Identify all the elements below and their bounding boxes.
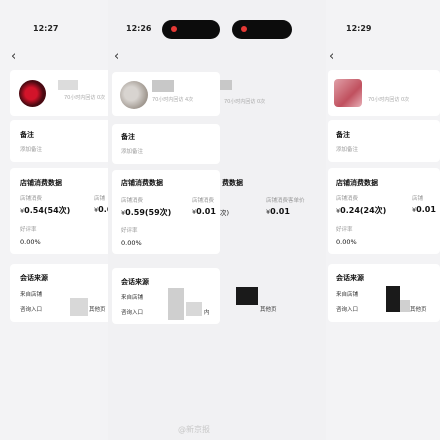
blurred-value <box>186 302 202 316</box>
stat-number: 0.24(24次) <box>340 206 387 215</box>
stat-label: 店铺 <box>94 196 106 202</box>
blurred-value <box>70 298 88 316</box>
recording-dot-icon <box>171 26 177 32</box>
source-value: 其他页 <box>410 307 427 313</box>
note-title: 备注 <box>121 133 135 141</box>
source-title: 会话来源 <box>121 278 149 286</box>
blurred-value <box>236 287 258 305</box>
stat-label: 店铺消费 <box>336 196 359 202</box>
note-card[interactable]: 备注 添加备注 <box>10 120 114 162</box>
back-icon[interactable]: ‹ <box>114 50 119 63</box>
camera-pill <box>162 20 220 39</box>
stat-value-partial: 次) <box>220 209 230 217</box>
source-row: 来自店铺 <box>336 292 359 298</box>
source-value: 内 <box>204 310 210 316</box>
rate-label: 好评率 <box>336 227 353 233</box>
avatar <box>120 81 148 109</box>
source-row: 咨询入口 <box>121 310 144 316</box>
profile-card: 70小时内回访 4次 <box>112 72 220 116</box>
stat-label: 店铺 <box>412 196 424 202</box>
stat-label: 店铺消费客单价 <box>266 198 305 204</box>
source-row: 咨询入口 <box>336 307 359 313</box>
source-title: 会话来源 <box>20 274 48 282</box>
stat-label: 店铺消费 <box>192 198 215 204</box>
rate-value: 0.00% <box>121 239 142 247</box>
stat-number: 0.54(54次) <box>24 206 71 215</box>
stat-number: 0.01 <box>270 207 290 216</box>
profile-card: 70小时内回访 0次 <box>10 70 114 116</box>
blurred-value <box>168 288 184 320</box>
stats-title: 店铺消费数据 <box>336 179 378 187</box>
stat-label: 店铺消费 <box>121 198 144 204</box>
stats-card: 店铺消费数据 店铺消费 ¥0.54(54次) 店铺 ¥0.6 好评率 0.00% <box>10 168 114 254</box>
stat-number: 0.01 <box>196 207 216 216</box>
source-value: 其他页 <box>89 307 106 313</box>
note-input[interactable]: 添加备注 <box>336 145 358 153</box>
visit-count: 70小时内回访 0次 <box>224 99 266 105</box>
stats-card: 店铺消费数据 店铺消费 ¥0.24(24次) 店铺 ¥0.01 好评率 0.00… <box>328 168 440 254</box>
camera-pill <box>232 20 292 39</box>
stat-value: ¥0.54(54次) <box>20 205 70 216</box>
visit-count: 70小时内回访 0次 <box>368 97 410 103</box>
screenshot-panel-right: 12:29 ‹ 70小时内回访 0次 备注 添加备注 店铺消费数据 店铺消费 ¥… <box>326 0 440 440</box>
source-card: 会话来源 来自店铺 咨询入口 内 <box>112 268 220 324</box>
back-icon[interactable]: ‹ <box>11 50 16 63</box>
stats-title: 店铺消费数据 <box>20 179 62 187</box>
stat-value: ¥0.59(59次) <box>121 207 171 218</box>
watermark: @新京报 <box>178 425 210 434</box>
note-input[interactable]: 添加备注 <box>20 145 42 153</box>
source-row: 咨询入口 <box>20 307 43 313</box>
rate-value: 0.00% <box>20 238 41 246</box>
status-time: 12:27 <box>33 24 59 33</box>
note-card[interactable]: 备注 添加备注 <box>112 124 220 164</box>
blurred-name <box>152 80 174 92</box>
stat-value: ¥0.01 <box>412 205 436 214</box>
blurred-value <box>400 300 410 312</box>
visit-count: 70小时内回访 0次 <box>64 95 106 101</box>
source-card: 会话来源 来自店铺 咨询入口 其他页 <box>328 264 440 322</box>
blurred-name <box>58 80 78 90</box>
note-input[interactable]: 添加备注 <box>121 147 143 155</box>
back-icon[interactable]: ‹ <box>329 50 334 63</box>
screenshot-panel-middle: 12:26 ‹ 70小时内回访 4次 70小时内回访 0次 备注 添加备注 店铺… <box>108 0 328 440</box>
stat-value: ¥0.24(24次) <box>336 205 386 216</box>
status-time: 12:29 <box>346 24 372 33</box>
blurred-value <box>386 286 400 312</box>
stat-value: ¥0.01 <box>266 207 290 216</box>
note-title: 备注 <box>20 131 34 139</box>
source-row: 来自店铺 <box>121 295 144 301</box>
source-card: 会话来源 来自店铺 咨询入口 其他页 <box>10 264 114 322</box>
screenshot-panel-left: 12:27 ‹ 70小时内回访 0次 备注 添加备注 店铺消费数据 店铺消费 ¥… <box>0 0 114 440</box>
status-time: 12:26 <box>126 24 152 33</box>
profile-card: 70小时内回访 0次 <box>328 70 440 116</box>
rate-label: 好评率 <box>121 228 138 234</box>
rate-value: 0.00% <box>336 238 357 246</box>
source-value: 其他页 <box>260 307 277 313</box>
avatar <box>19 80 46 107</box>
stats-title-partial: 费数据 <box>222 179 243 187</box>
stat-label: 店铺消费 <box>20 196 43 202</box>
source-row: 来自店铺 <box>20 292 43 298</box>
rate-label: 好评率 <box>20 227 37 233</box>
recording-dot-icon <box>241 26 247 32</box>
stat-number: 0.01 <box>416 205 436 214</box>
stats-title: 店铺消费数据 <box>121 179 163 187</box>
source-title: 会话来源 <box>336 274 364 282</box>
stats-card: 店铺消费数据 店铺消费 ¥0.59(59次) 店铺消费 ¥0.01 好评率 0.… <box>112 170 220 254</box>
stat-value: ¥0.01 <box>192 207 216 216</box>
note-card[interactable]: 备注 添加备注 <box>328 120 440 162</box>
visit-count: 70小时内回访 4次 <box>152 97 194 103</box>
note-title: 备注 <box>336 131 350 139</box>
avatar <box>334 79 362 107</box>
stat-number: 0.59(59次) <box>125 208 172 217</box>
blurred-name <box>220 80 232 90</box>
